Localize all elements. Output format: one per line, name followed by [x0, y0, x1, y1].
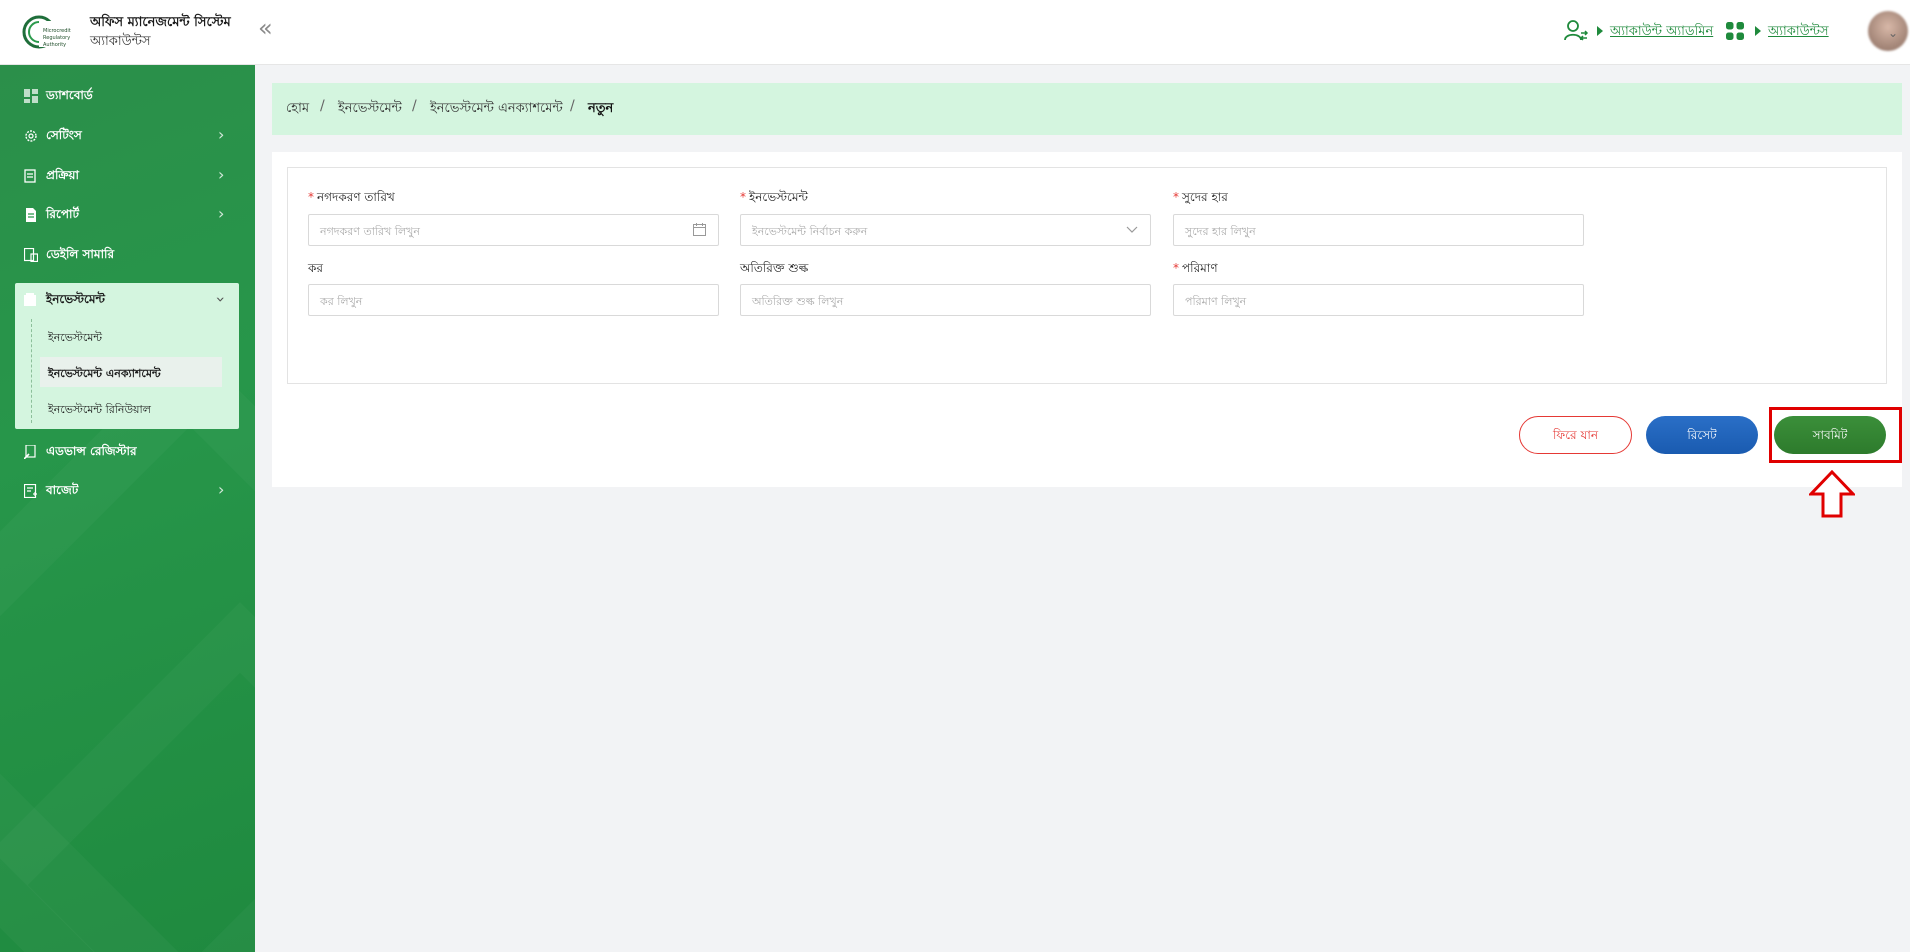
breadcrumb-separator: / [412, 98, 417, 114]
sidebar: ড্যাশবোর্ড সেটিংস › প্রক্রিয়া › রিপোর্ট… [0, 65, 255, 952]
encashment-date-label: * নগদকরণ তারিখ [308, 190, 395, 204]
sidebar-item-dashboard[interactable]: ড্যাশবোর্ড [0, 79, 255, 113]
interest-rate-label: * সুদের হার [1173, 190, 1228, 204]
chevron-right-icon: › [218, 125, 225, 144]
role-link[interactable]: অ্যাকাউন্ট অ্যাডমিন [1610, 22, 1713, 43]
breadcrumb-home[interactable]: হোম [286, 99, 309, 120]
app-subtitle: অ্যাকাউন্টস [90, 34, 151, 49]
submit-button[interactable]: সাবমিট [1774, 416, 1886, 454]
chevron-right-icon: › [218, 480, 225, 499]
investment-icon [24, 293, 36, 306]
collapse-sidebar-button[interactable]: « [258, 16, 273, 40]
sidebar-item-daily-summary[interactable]: ডেইলি সামারি [0, 238, 255, 272]
gear-icon [25, 130, 37, 142]
calendar-icon[interactable] [693, 223, 706, 236]
required-mark: * [740, 190, 746, 204]
logo-icon: Microcredit Regulatory Authority [22, 15, 72, 49]
sidebar-item-advance-register[interactable]: এডভান্স রেজিস্টার [0, 435, 255, 469]
placeholder-text: নগদকরণ তারিখ লিখুন [320, 225, 420, 238]
placeholder-text: পরিমাণ লিখুন [1185, 295, 1247, 308]
form-fieldset: * নগদকরণ তারিখ নগদকরণ তারিখ লিখুন * ইনভেস্… [287, 167, 1887, 384]
sidebar-item-label: সেটিংস [46, 128, 82, 142]
sidebar-item-label: বাজেট [46, 483, 79, 497]
sidebar-item-report[interactable]: রিপোর্ট › [0, 198, 255, 232]
extra-duty-label: অতিরিক্ত শুল্ক [740, 261, 809, 275]
chevron-right-icon: › [218, 204, 225, 223]
required-mark: * [1173, 261, 1179, 275]
breadcrumb: হোম / ইনভেস্টমেন্ট / ইনভেস্টমেন্ট এনক্যা… [272, 83, 1902, 135]
caret-right-icon [1755, 26, 1761, 36]
tax-label: কর [308, 261, 323, 275]
chevron-down-icon: › [211, 296, 231, 303]
submenu-item-investment-renewal[interactable]: ইনভেস্টমেন্ট রিনিউয়াল [40, 393, 222, 423]
module-link[interactable]: অ্যাকাউন্টস [1768, 22, 1829, 43]
svg-text:Authority: Authority [43, 42, 66, 48]
form-card: * নগদকরণ তারিখ নগদকরণ তারিখ লিখুন * ইনভেস্… [272, 152, 1902, 487]
amount-field[interactable]: পরিমাণ লিখুন [1173, 284, 1584, 316]
interest-rate-field[interactable]: সুদের হার লিখুন [1173, 214, 1584, 246]
submenu-item-investment[interactable]: ইনভেস্টমেন্ট [40, 321, 222, 351]
svg-text:Microcredit: Microcredit [43, 28, 71, 34]
extra-duty-field[interactable]: অতিরিক্ত শুল্ক লিখুন [740, 284, 1151, 316]
report-icon [26, 208, 36, 222]
sidebar-item-label: রিপোর্ট [46, 207, 80, 221]
tax-field[interactable]: কর লিখুন [308, 284, 719, 316]
required-mark: * [308, 190, 314, 204]
amount-label: * পরিমাণ [1173, 261, 1218, 275]
chevron-right-icon: › [218, 165, 225, 184]
sidebar-item-investment[interactable]: ইনভেস্টমেন্ট › [15, 283, 239, 317]
breadcrumb-separator: / [320, 98, 325, 114]
placeholder-text: কর লিখুন [320, 295, 363, 308]
app-title: অফিস ম্যানেজমেন্ট সিস্টেম [90, 15, 231, 30]
breadcrumb-investment[interactable]: ইনভেস্টমেন্ট [338, 99, 402, 120]
dashboard-icon [24, 89, 38, 103]
top-header: Microcredit Regulatory Authority অফিস ম্… [0, 0, 1910, 65]
breadcrumb-current: নতুন [588, 101, 614, 116]
arrow-up-icon [1809, 470, 1855, 518]
sidebar-item-label: ইনভেস্টমেন্ট [46, 292, 105, 306]
sidebar-item-settings[interactable]: সেটিংস › [0, 119, 255, 153]
caret-right-icon [1597, 26, 1603, 36]
submenu-item-label: ইনভেস্টমেন্ট রিনিউয়াল [48, 403, 151, 416]
sidebar-item-label: ড্যাশবোর্ড [46, 88, 93, 102]
sidebar-item-label: প্রক্রিয়া [46, 168, 79, 182]
investment-menu-group: ইনভেস্টমেন্ট › ইনভেস্টমেন্ট ইনভেস্টমেন্ট… [15, 283, 239, 429]
placeholder-text: ইনভেস্টমেন্ট নির্বাচন করুন [752, 225, 868, 238]
apps-grid-icon[interactable] [1726, 22, 1744, 40]
encashment-date-field[interactable]: নগদকরণ তারিখ লিখুন [308, 214, 719, 246]
submenu-item-investment-encashment[interactable]: ইনভেস্টমেন্ট এনক্যাশমেন্ট [40, 357, 222, 387]
sidebar-item-process[interactable]: প্রক্রিয়া › [0, 159, 255, 193]
chevron-down-icon[interactable] [1126, 223, 1138, 235]
budget-icon [24, 484, 37, 498]
submenu-guide-line [31, 319, 32, 423]
sidebar-item-label: ডেইলি সামারি [46, 247, 115, 261]
breadcrumb-encashment[interactable]: ইনভেস্টমেন্ট এনক্যাশমেন্ট [430, 99, 563, 120]
advance-register-icon [24, 445, 36, 459]
daily-summary-icon [24, 248, 38, 262]
breadcrumb-separator: / [570, 98, 575, 114]
placeholder-text: সুদের হার লিখুন [1185, 225, 1256, 238]
investment-label: * ইনভেস্টমেন্ট [740, 190, 808, 204]
chevron-down-icon[interactable]: ⌄ [1888, 26, 1898, 40]
required-mark: * [1173, 190, 1179, 204]
sidebar-item-label: এডভান্স রেজিস্টার [46, 444, 137, 458]
submenu-item-label: ইনভেস্টমেন্ট [48, 331, 103, 344]
svg-text:Regulatory: Regulatory [43, 35, 70, 41]
investment-select[interactable]: ইনভেস্টমেন্ট নির্বাচন করুন [740, 214, 1151, 246]
sidebar-item-budget[interactable]: বাজেট › [0, 474, 255, 508]
reset-button[interactable]: রিসেট [1646, 416, 1758, 454]
placeholder-text: অতিরিক্ত শুল্ক লিখুন [752, 295, 844, 308]
process-icon [24, 169, 36, 183]
back-button[interactable]: ফিরে যান [1519, 416, 1632, 454]
switch-user-icon[interactable] [1563, 19, 1589, 43]
submenu-item-label: ইনভেস্টমেন্ট এনক্যাশমেন্ট [48, 367, 161, 380]
